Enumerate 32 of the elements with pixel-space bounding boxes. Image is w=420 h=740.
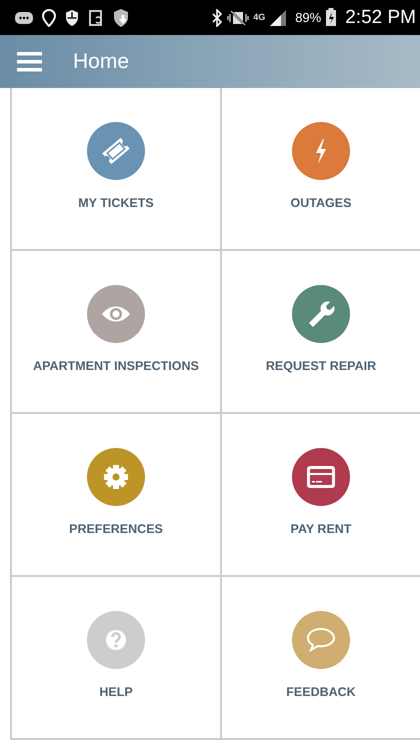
menu-tile[interactable]: APARTMENT INSPECTIONS (12, 251, 222, 414)
vibrate-mute-icon (227, 8, 250, 26)
screen-title: Home (73, 48, 130, 75)
tile-label: REQUEST REPAIR (266, 358, 376, 375)
lightning-bolt-icon (315, 138, 327, 164)
message-icon (14, 10, 34, 26)
menu-tile[interactable]: MY TICKETS (12, 88, 222, 251)
speech-bubble-icon (307, 628, 335, 652)
eye-icon (101, 305, 131, 323)
tile-label: APARTMENT INSPECTIONS (33, 358, 199, 375)
menu-tile[interactable]: PREFERENCES (12, 414, 222, 577)
credit-card-icon (306, 465, 336, 489)
signal-icon (269, 8, 288, 26)
screenshot-icon (88, 8, 104, 26)
ticket-icon (102, 137, 130, 165)
menu-tile[interactable]: HELP (12, 577, 222, 740)
tile-label: FEEDBACK (286, 684, 356, 701)
clock-text: 2:52 PM (345, 8, 416, 27)
location-pin-icon (42, 8, 56, 26)
wrench-icon (308, 300, 334, 328)
question-mark-icon (105, 629, 127, 651)
tile-label: HELP (99, 684, 133, 701)
battery-charging-icon (325, 8, 338, 27)
menu-icon[interactable] (17, 52, 42, 72)
shield-icon (64, 8, 80, 26)
network-type-text: 4G (253, 13, 266, 22)
bluetooth-icon (211, 8, 224, 26)
tile-label: OUTAGES (290, 195, 352, 212)
battery-percent-text: 89% (295, 8, 322, 27)
tile-label: MY TICKETS (78, 195, 154, 212)
tile-label: PREFERENCES (69, 521, 163, 538)
tile-label: PAY RENT (290, 521, 352, 538)
